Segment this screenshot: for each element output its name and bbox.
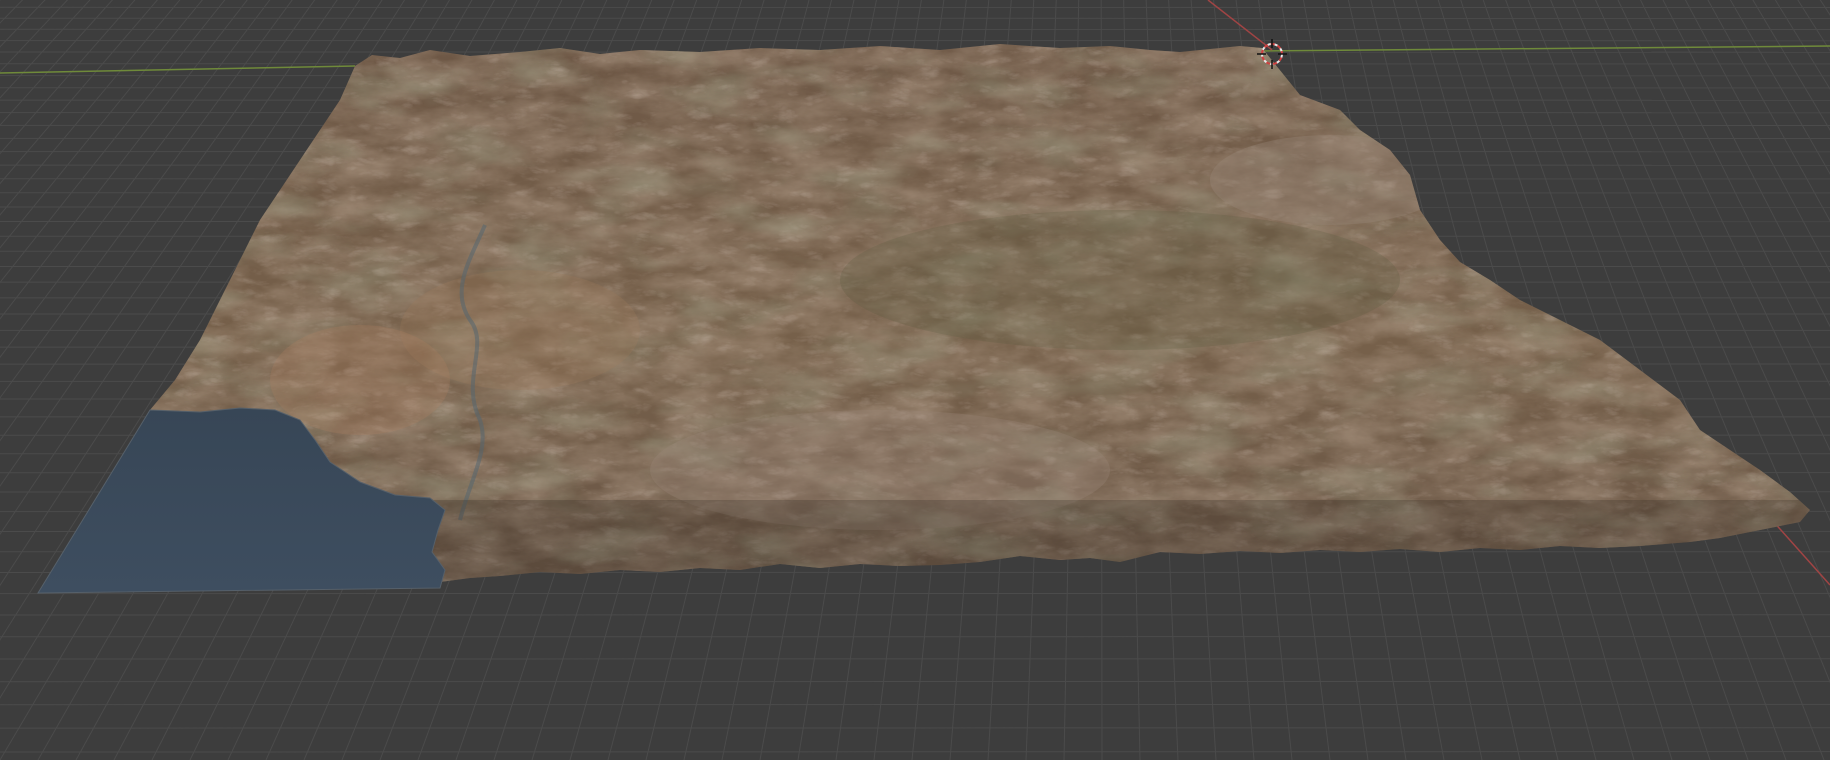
- viewport-canvas[interactable]: [0, 0, 1830, 760]
- 3d-viewport[interactable]: [0, 0, 1830, 760]
